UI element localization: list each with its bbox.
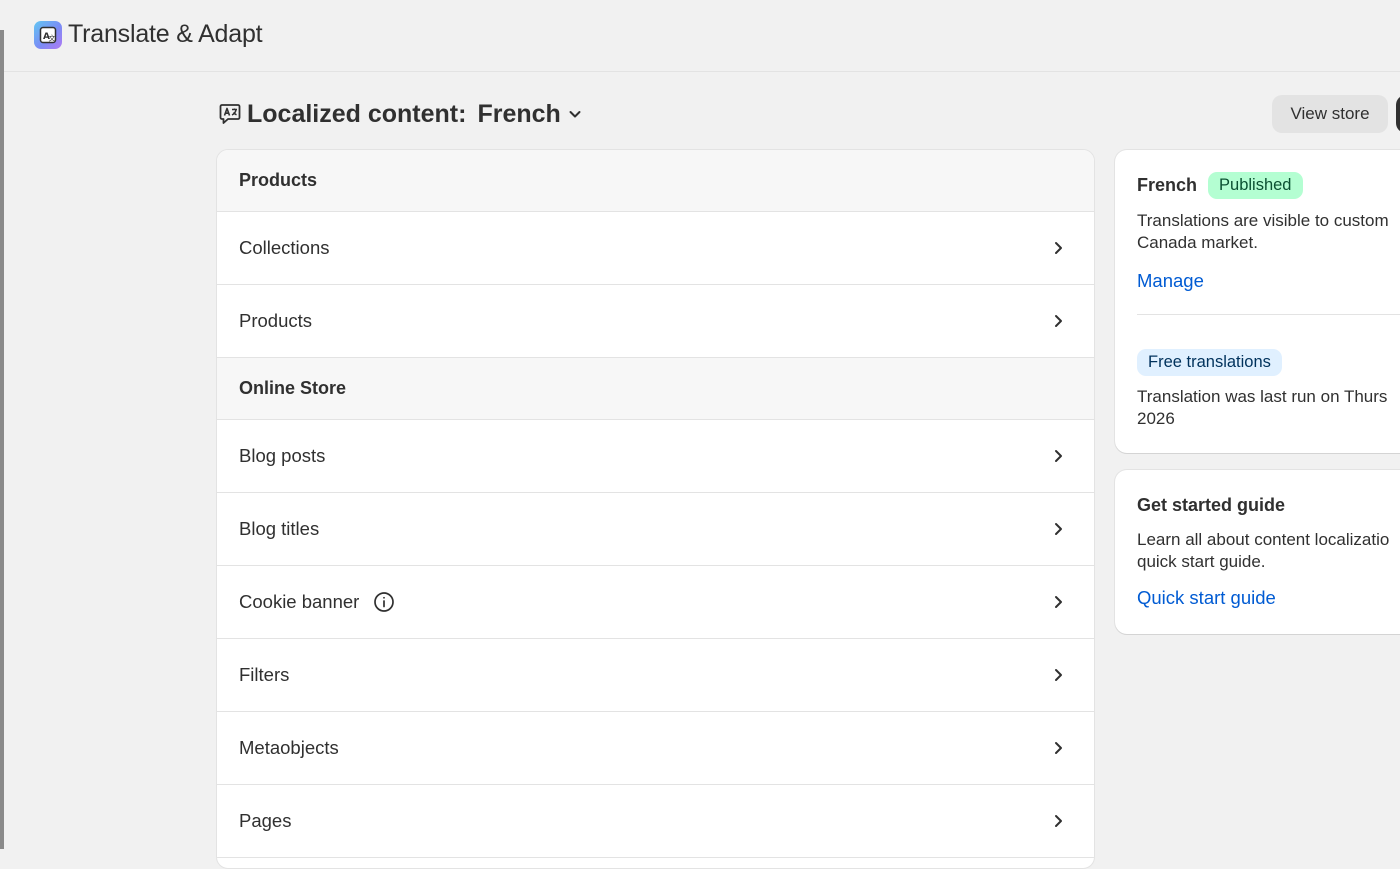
section-header-products: Products	[217, 150, 1094, 212]
info-icon[interactable]	[373, 591, 395, 613]
content-list-card: Products Collections Products Online Sto…	[216, 149, 1095, 869]
list-item-label: Filters	[239, 664, 290, 685]
svg-text:文: 文	[49, 34, 56, 43]
quick-start-guide-link[interactable]: Quick start guide	[1137, 587, 1276, 609]
list-item-collections[interactable]: Collections	[217, 212, 1094, 285]
view-store-button[interactable]: View store	[1272, 95, 1388, 133]
list-item-blog-posts[interactable]: Blog posts	[217, 420, 1094, 493]
list-item-label: Cookie banner	[239, 591, 360, 612]
translate-bubble-icon	[218, 102, 242, 126]
list-item-products[interactable]: Products	[217, 285, 1094, 358]
app-title: Translate & Adapt	[68, 20, 263, 48]
list-item-label: Pages	[239, 810, 292, 831]
chevron-down-icon[interactable]	[567, 106, 583, 122]
section-header-online-store: Online Store	[217, 358, 1094, 420]
status-language: French	[1137, 175, 1198, 195]
status-description: Translations are visible to custom Canad…	[1137, 211, 1389, 252]
guide-title: Get started guide	[1137, 495, 1286, 515]
chevron-right-icon	[1055, 742, 1062, 754]
list-item-label: Collections	[239, 237, 330, 258]
last-run-text: Translation was last run on Thurs 2026	[1137, 387, 1388, 428]
list-item-label: Products	[239, 310, 313, 331]
primary-action-button[interactable]	[1396, 95, 1400, 133]
chevron-right-icon	[1055, 815, 1062, 827]
list-item-label: Blog posts	[239, 445, 326, 466]
list-item-filters[interactable]: Filters	[217, 639, 1094, 712]
page-heading: Localized content: French	[218, 96, 583, 132]
list-item-metaobjects[interactable]: Metaobjects	[217, 712, 1094, 785]
published-badge: Published	[1208, 172, 1303, 199]
list-item-label: Metaobjects	[239, 737, 339, 758]
chevron-right-icon	[1055, 596, 1062, 608]
window-edge	[0, 0, 4, 849]
guide-description: Learn all about content localizatio quic…	[1137, 530, 1390, 571]
free-translations-badge: Free translations	[1137, 349, 1282, 376]
app-header: A 文 Translate & Adapt	[4, 0, 1400, 72]
list-item-blog-titles[interactable]: Blog titles	[217, 493, 1094, 566]
status-title-row: French Published	[1137, 172, 1303, 199]
chevron-right-icon	[1055, 242, 1062, 254]
list-item-pages[interactable]: Pages	[217, 785, 1094, 858]
manage-link[interactable]: Manage	[1137, 270, 1204, 292]
translate-app-icon: A 文	[34, 21, 62, 49]
language-selector[interactable]: French	[477, 100, 560, 129]
page-title: Localized content:	[247, 99, 467, 128]
list-item-cookie-banner[interactable]: Cookie banner	[217, 566, 1094, 639]
chevron-right-icon	[1055, 669, 1062, 681]
list-item-label: Blog titles	[239, 518, 320, 539]
get-started-guide-card: Get started guide Learn all about conten…	[1115, 470, 1400, 634]
chevron-right-icon	[1055, 450, 1062, 462]
language-status-card: French Published Translations are visibl…	[1115, 150, 1400, 453]
divider	[1137, 314, 1400, 315]
chevron-right-icon	[1055, 315, 1062, 327]
chevron-right-icon	[1055, 523, 1062, 535]
